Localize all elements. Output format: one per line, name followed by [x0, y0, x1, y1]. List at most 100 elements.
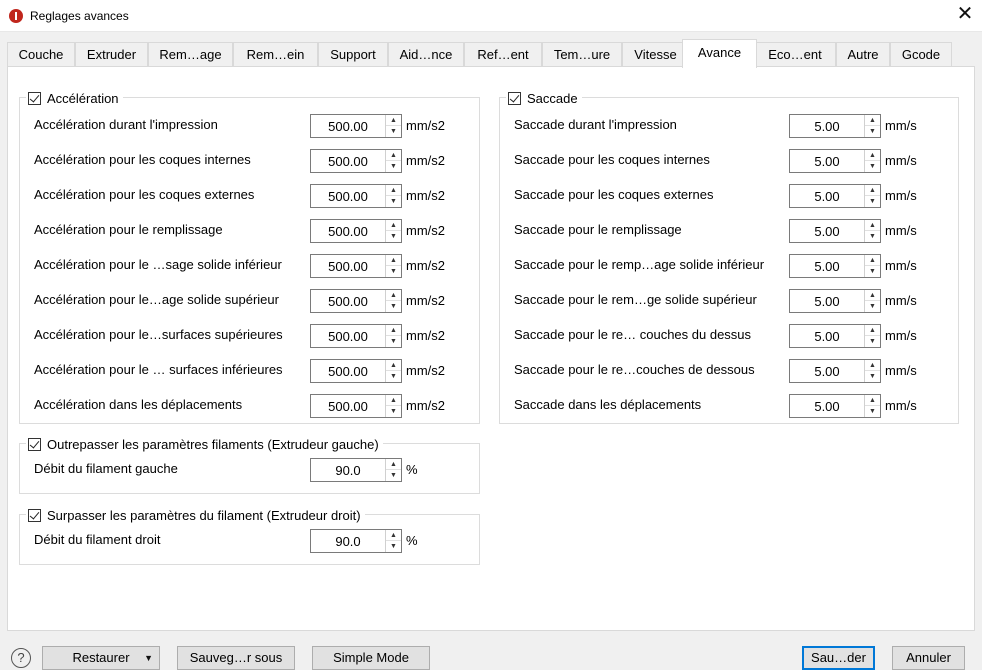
- spin-value[interactable]: 5.00: [790, 329, 864, 344]
- jerk-travel-input[interactable]: 5.00 ▲ ▼: [789, 394, 881, 418]
- spin-up-arrow-icon[interactable]: ▲: [865, 185, 880, 196]
- spin-up-arrow-icon[interactable]: ▲: [865, 360, 880, 371]
- spin-up-arrow-icon[interactable]: ▲: [386, 115, 401, 126]
- spin-down-arrow-icon[interactable]: ▼: [865, 371, 880, 382]
- spin-down-arrow-icon[interactable]: ▼: [386, 470, 401, 481]
- simple-mode-button[interactable]: Simple Mode: [312, 646, 430, 670]
- spin-up-arrow-icon[interactable]: ▲: [865, 290, 880, 301]
- spin-up-arrow-icon[interactable]: ▲: [386, 185, 401, 196]
- override-left-checkbox[interactable]: [28, 437, 41, 451]
- spin-value[interactable]: 500.00: [311, 399, 385, 414]
- spin-value[interactable]: 500.00: [311, 119, 385, 134]
- close-button[interactable]: ✕: [948, 0, 982, 31]
- spin-up-arrow-icon[interactable]: ▲: [386, 459, 401, 470]
- spin-down-arrow-icon[interactable]: ▼: [386, 196, 401, 207]
- acceleration-outer-shell-input[interactable]: 500.00 ▲ ▼: [310, 184, 402, 208]
- tab-avance[interactable]: Avance: [682, 39, 757, 68]
- spin-value[interactable]: 5.00: [790, 399, 864, 414]
- spin-down-arrow-icon[interactable]: ▼: [865, 266, 880, 277]
- tab-remplissage-plein[interactable]: Rem…ein: [233, 42, 318, 67]
- save-button[interactable]: Sau…der: [802, 646, 875, 670]
- jerk-checkbox[interactable]: [508, 91, 521, 105]
- cancel-button[interactable]: Annuler: [892, 646, 965, 670]
- spin-up-arrow-icon[interactable]: ▲: [386, 220, 401, 231]
- spin-down-arrow-icon[interactable]: ▼: [386, 161, 401, 172]
- spin-up-arrow-icon[interactable]: ▲: [865, 115, 880, 126]
- spin-down-arrow-icon[interactable]: ▼: [386, 541, 401, 552]
- jerk-infill-input[interactable]: 5.00 ▲ ▼: [789, 219, 881, 243]
- tab-support[interactable]: Support: [318, 42, 388, 67]
- spin-down-arrow-icon[interactable]: ▼: [865, 196, 880, 207]
- tab-couche[interactable]: Couche: [7, 42, 75, 67]
- tab-refroidissement[interactable]: Ref…ent: [464, 42, 542, 67]
- spin-up-arrow-icon[interactable]: ▲: [386, 325, 401, 336]
- filament-left-flow-input[interactable]: 90.0 ▲ ▼: [310, 458, 402, 482]
- spin-up-arrow-icon[interactable]: ▲: [865, 395, 880, 406]
- spin-value[interactable]: 500.00: [311, 259, 385, 274]
- tab-temperature[interactable]: Tem…ure: [542, 42, 622, 67]
- spin-up-arrow-icon[interactable]: ▲: [386, 290, 401, 301]
- spin-down-arrow-icon[interactable]: ▼: [865, 301, 880, 312]
- acceleration-infill-input[interactable]: 500.00 ▲ ▼: [310, 219, 402, 243]
- spin-value[interactable]: 90.0: [311, 463, 385, 478]
- tab-extruder[interactable]: Extruder: [75, 42, 148, 67]
- spin-up-arrow-icon[interactable]: ▲: [865, 325, 880, 336]
- override-right-checkbox[interactable]: [28, 508, 41, 522]
- spin-up-arrow-icon[interactable]: ▲: [386, 530, 401, 541]
- acceleration-print-input[interactable]: 500.00 ▲ ▼: [310, 114, 402, 138]
- acceleration-checkbox[interactable]: [28, 91, 41, 105]
- jerk-bottom-solid-input[interactable]: 5.00 ▲ ▼: [789, 254, 881, 278]
- spin-down-arrow-icon[interactable]: ▼: [386, 336, 401, 347]
- spin-down-arrow-icon[interactable]: ▼: [386, 371, 401, 382]
- spin-up-arrow-icon[interactable]: ▲: [865, 220, 880, 231]
- spin-value[interactable]: 5.00: [790, 364, 864, 379]
- jerk-top-layers-input[interactable]: 5.00 ▲ ▼: [789, 324, 881, 348]
- tab-vitesse[interactable]: Vitesse: [622, 42, 689, 67]
- spin-down-arrow-icon[interactable]: ▼: [386, 301, 401, 312]
- spin-value[interactable]: 500.00: [311, 294, 385, 309]
- jerk-print-input[interactable]: 5.00 ▲ ▼: [789, 114, 881, 138]
- spin-down-arrow-icon[interactable]: ▼: [386, 406, 401, 417]
- spin-up-arrow-icon[interactable]: ▲: [386, 360, 401, 371]
- jerk-bottom-layers-input[interactable]: 5.00 ▲ ▼: [789, 359, 881, 383]
- tab-economie[interactable]: Eco…ent: [754, 42, 836, 67]
- dropdown-arrow-icon[interactable]: ▼: [144, 647, 153, 669]
- acceleration-top-solid-input[interactable]: 500.00 ▲ ▼: [310, 289, 402, 313]
- spin-up-arrow-icon[interactable]: ▲: [386, 150, 401, 161]
- help-icon[interactable]: ?: [11, 648, 31, 668]
- spin-down-arrow-icon[interactable]: ▼: [386, 231, 401, 242]
- spin-value[interactable]: 5.00: [790, 224, 864, 239]
- acceleration-bottom-solid-input[interactable]: 500.00 ▲ ▼: [310, 254, 402, 278]
- spin-value[interactable]: 5.00: [790, 259, 864, 274]
- spin-up-arrow-icon[interactable]: ▲: [386, 395, 401, 406]
- spin-value[interactable]: 5.00: [790, 294, 864, 309]
- jerk-top-solid-input[interactable]: 5.00 ▲ ▼: [789, 289, 881, 313]
- spin-value[interactable]: 90.0: [311, 534, 385, 549]
- spin-up-arrow-icon[interactable]: ▲: [865, 255, 880, 266]
- spin-down-arrow-icon[interactable]: ▼: [386, 266, 401, 277]
- spin-down-arrow-icon[interactable]: ▼: [865, 336, 880, 347]
- spin-value[interactable]: 500.00: [311, 154, 385, 169]
- spin-down-arrow-icon[interactable]: ▼: [386, 126, 401, 137]
- spin-value[interactable]: 5.00: [790, 189, 864, 204]
- acceleration-inner-shell-input[interactable]: 500.00 ▲ ▼: [310, 149, 402, 173]
- restore-button[interactable]: Restaurer ▼: [42, 646, 160, 670]
- spin-down-arrow-icon[interactable]: ▼: [865, 126, 880, 137]
- spin-up-arrow-icon[interactable]: ▲: [386, 255, 401, 266]
- acceleration-top-surface-input[interactable]: 500.00 ▲ ▼: [310, 324, 402, 348]
- tab-remplissage[interactable]: Rem…age: [148, 42, 233, 67]
- tab-adherence[interactable]: Aid…nce: [388, 42, 464, 67]
- acceleration-bottom-surface-input[interactable]: 500.00 ▲ ▼: [310, 359, 402, 383]
- spin-value[interactable]: 5.00: [790, 119, 864, 134]
- acceleration-travel-input[interactable]: 500.00 ▲ ▼: [310, 394, 402, 418]
- spin-down-arrow-icon[interactable]: ▼: [865, 406, 880, 417]
- spin-value[interactable]: 500.00: [311, 224, 385, 239]
- jerk-outer-shell-input[interactable]: 5.00 ▲ ▼: [789, 184, 881, 208]
- spin-up-arrow-icon[interactable]: ▲: [865, 150, 880, 161]
- spin-down-arrow-icon[interactable]: ▼: [865, 231, 880, 242]
- spin-value[interactable]: 500.00: [311, 189, 385, 204]
- spin-value[interactable]: 5.00: [790, 154, 864, 169]
- save-as-button[interactable]: Sauveg…r sous: [177, 646, 295, 670]
- filament-right-flow-input[interactable]: 90.0 ▲ ▼: [310, 529, 402, 553]
- spin-value[interactable]: 500.00: [311, 329, 385, 344]
